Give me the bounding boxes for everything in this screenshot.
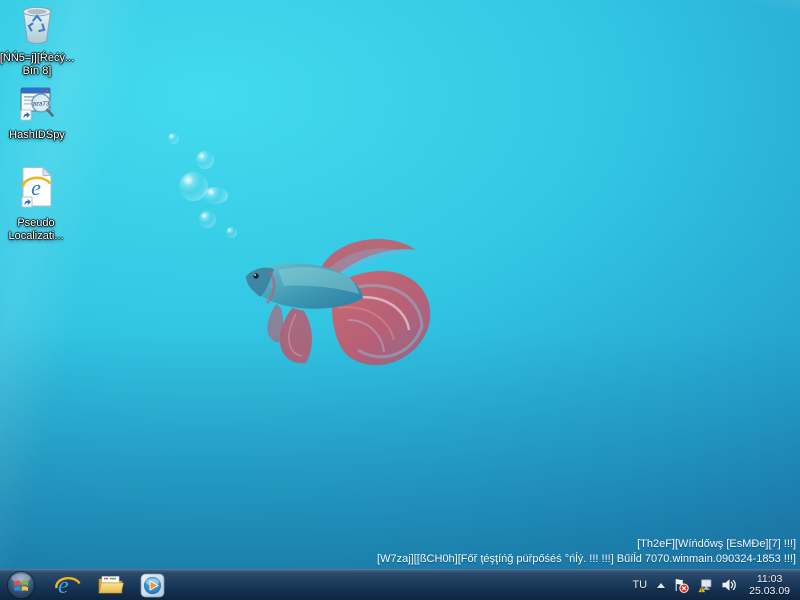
- taskbar-internet-explorer-button[interactable]: e: [47, 570, 89, 600]
- light-ray: [0, 0, 800, 1]
- folder-icon: [98, 576, 124, 594]
- desktop-icon-hashidspy[interactable]: aza73 HashIDSpy: [2, 84, 72, 142]
- language-indicator[interactable]: TU: [630, 579, 649, 591]
- svg-text:aza73: aza73: [33, 100, 50, 107]
- svg-text:e: e: [58, 573, 69, 598]
- light-ray: [0, 0, 800, 20]
- hashidspy-icon: aza73: [18, 84, 56, 127]
- light-ray: [0, 0, 800, 47]
- bubble: [196, 151, 214, 169]
- icon-label: [ŃŃ5=j][Ŕèćý... Bîn 8]: [0, 52, 75, 77]
- bubble: [226, 227, 237, 238]
- network-status-icon[interactable]: [697, 577, 713, 593]
- clock-date: 25.03.09: [749, 585, 790, 597]
- taskbar-media-player-button[interactable]: [131, 570, 173, 600]
- volume-icon[interactable]: [721, 577, 737, 593]
- taskbar: e TU 11:03 25.03.09: [0, 569, 800, 600]
- action-center-flag-icon[interactable]: [673, 577, 689, 593]
- desktop[interactable]: [ŃŃ5=j][Ŕèćý... Bîn 8] aza73 HashIDSpy e…: [0, 0, 800, 600]
- clock-time: 11:03: [756, 573, 783, 585]
- html-shortcut-icon: e: [15, 166, 57, 215]
- bubble: [203, 187, 228, 204]
- watermark-line-1: [Th2eF][Wíńdőwş [EsMĐe][7] !!!]: [637, 538, 796, 550]
- windows-logo-icon: [6, 570, 36, 600]
- build-watermark: [Th2eF][Wíńdőwş [EsMĐe][7] !!!] [W7zaj][…: [377, 537, 796, 567]
- light-ray: [0, 0, 800, 4]
- watermark-line-2: [W7zaj][[ßCH0h][Főř ţéşţíńğ püřpőśéś °ńĺ…: [377, 553, 796, 565]
- bubble: [168, 133, 179, 144]
- icon-label: Pseudo Localizati...: [8, 217, 64, 242]
- taskbar-windows-explorer-button[interactable]: [89, 570, 131, 600]
- start-button[interactable]: [5, 570, 37, 600]
- show-hidden-icons-button[interactable]: [657, 582, 666, 588]
- clock[interactable]: 11:03 25.03.09: [745, 573, 794, 597]
- bubble: [199, 211, 216, 228]
- desktop-icon-pseudo-localization[interactable]: e Pseudo Localizati...: [1, 166, 71, 243]
- media-player-icon: [140, 573, 164, 597]
- betta-fish: [236, 224, 442, 378]
- recycle-bin-icon: [17, 5, 57, 50]
- system-tray: TU 11:03 25.03.09: [630, 573, 800, 597]
- internet-explorer-icon: e: [55, 573, 81, 598]
- desktop-icon-recycle-bin[interactable]: [ŃŃ5=j][Ŕèćý... Bîn 8]: [0, 5, 75, 78]
- icon-label: HashIDSpy: [9, 129, 65, 141]
- pinned-apps: e: [47, 570, 173, 600]
